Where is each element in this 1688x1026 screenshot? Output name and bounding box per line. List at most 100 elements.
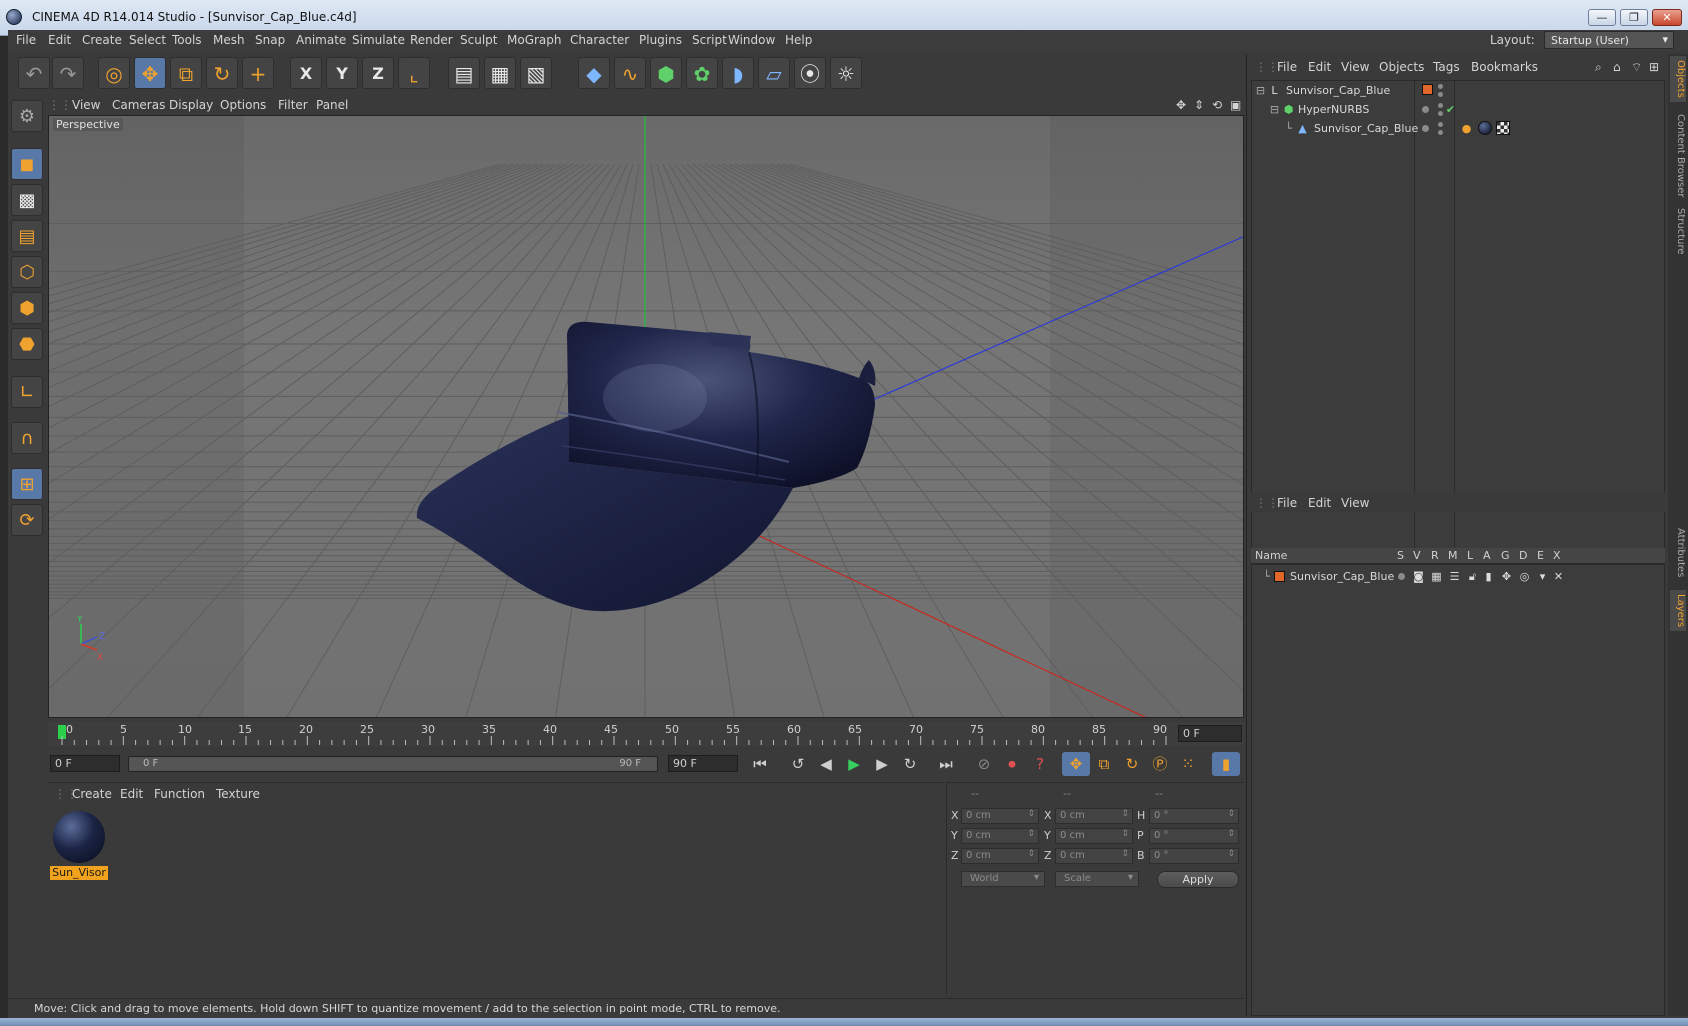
menu-script[interactable]: Script: [692, 33, 727, 47]
size-x-field[interactable]: 0 cm: [1055, 808, 1133, 824]
collapse-icon[interactable]: ⌔: [1631, 60, 1642, 75]
locked-workplane-icon[interactable]: ⟳: [11, 504, 43, 536]
coordinate-mode-select[interactable]: World: [961, 871, 1045, 887]
viewport-maximize-icon[interactable]: ▣: [1230, 98, 1241, 112]
record-scale-icon[interactable]: ⧉: [1090, 752, 1118, 776]
model-mode-icon[interactable]: ◼: [11, 148, 43, 180]
x-axis-icon[interactable]: X: [290, 57, 322, 89]
current-frame-field[interactable]: 0 F: [1178, 725, 1242, 742]
layer-dot[interactable]: [1422, 125, 1429, 132]
column-view[interactable]: V: [1413, 549, 1421, 562]
texture-mode-icon[interactable]: ▩: [11, 184, 43, 216]
material-menu-texture[interactable]: Texture: [216, 787, 260, 801]
apply-button[interactable]: Apply: [1157, 871, 1239, 888]
menu-render[interactable]: Render: [410, 33, 453, 47]
size-z-field[interactable]: 0 cm: [1055, 848, 1133, 864]
editor-visibility-dot[interactable]: [1438, 84, 1443, 89]
record-point-level-icon[interactable]: ⁙: [1174, 752, 1202, 776]
floor-icon[interactable]: ▱: [758, 57, 790, 89]
goto-start-icon[interactable]: ⏮: [746, 752, 774, 776]
deformers-toggle-icon[interactable]: ◎: [1518, 570, 1531, 583]
column-locked[interactable]: L: [1467, 549, 1473, 562]
move-icon[interactable]: ✥: [134, 57, 166, 89]
menu-animate[interactable]: Animate: [296, 33, 346, 47]
objects-menu-tags[interactable]: Tags: [1433, 60, 1460, 74]
next-key-icon[interactable]: ↻: [896, 752, 924, 776]
column-xref[interactable]: X: [1553, 549, 1561, 562]
previous-frame-icon[interactable]: ◀: [812, 752, 840, 776]
material-menu-create[interactable]: Create: [72, 787, 112, 801]
viewport-menu-display[interactable]: Display: [169, 98, 213, 112]
menu-plugins[interactable]: Plugins: [639, 33, 682, 47]
menu-edit[interactable]: Edit: [48, 33, 71, 47]
viewport-menu-panel[interactable]: Panel: [316, 98, 348, 112]
home-icon[interactable]: ⌂: [1613, 60, 1621, 74]
solo-toggle-icon[interactable]: [1398, 573, 1405, 580]
position-z-field[interactable]: 0 cm: [961, 848, 1039, 864]
layer-row[interactable]: └ Sunvisor_Cap_Blue ◙ ▦ ☰ 🔓︎ ▮ ✥ ◎ ▾ ✕: [1252, 567, 1664, 586]
phong-tag-icon[interactable]: ●: [1460, 122, 1473, 135]
generators-toggle-icon[interactable]: ✥: [1500, 570, 1513, 583]
layer-color-swatch[interactable]: [1274, 571, 1285, 582]
viewport-menu-view[interactable]: View: [72, 98, 100, 112]
menu-create[interactable]: Create: [82, 33, 122, 47]
live-selection-icon[interactable]: ◎: [98, 57, 130, 89]
objects-menu-view[interactable]: View: [1341, 60, 1369, 74]
render-picture-viewer-icon[interactable]: ▦: [484, 57, 516, 89]
tab-content-browser[interactable]: Content Browser: [1670, 110, 1686, 201]
edges-mode-icon[interactable]: ⬢: [11, 292, 43, 324]
menu-help[interactable]: Help: [785, 33, 812, 47]
viewport-rotate-icon[interactable]: ⟲: [1212, 98, 1222, 112]
object-row-hypernurbs[interactable]: ⊟ ⬢ HyperNURBS ✔: [1252, 100, 1664, 119]
new-view-icon[interactable]: ⊞: [1649, 60, 1659, 74]
goto-end-icon[interactable]: ⏭: [932, 752, 960, 776]
viewport-menu-cameras[interactable]: Cameras: [112, 98, 165, 112]
render-visibility-dot[interactable]: [1438, 130, 1443, 135]
menu-mesh[interactable]: Mesh: [213, 33, 245, 47]
layer-color-swatch[interactable]: [1422, 84, 1433, 95]
min-frame-field[interactable]: 0 F: [50, 755, 120, 772]
close-button[interactable]: ✕: [1652, 9, 1682, 26]
scale-icon[interactable]: ⧉: [170, 57, 202, 89]
menu-file[interactable]: File: [16, 33, 36, 47]
column-render[interactable]: R: [1431, 549, 1439, 562]
preview-range-slider[interactable]: 0 F 90 F: [128, 756, 658, 772]
expressions-toggle-icon[interactable]: ▾: [1536, 570, 1549, 583]
workplane-mode-icon[interactable]: ▤: [11, 220, 43, 252]
menu-select[interactable]: Select: [129, 33, 166, 47]
edit-render-settings-icon[interactable]: ▧: [520, 57, 552, 89]
size-mode-select[interactable]: Scale: [1055, 871, 1139, 887]
y-axis-icon[interactable]: Y: [326, 57, 358, 89]
redo-icon[interactable]: ↷: [52, 57, 84, 89]
lock-toggle-icon[interactable]: 🔓︎: [1466, 570, 1479, 583]
material-thumbnail[interactable]: Sun_Visor: [50, 808, 108, 880]
editor-visibility-dot[interactable]: [1438, 122, 1443, 127]
autokeying-icon[interactable]: ⏺: [998, 752, 1026, 776]
editor-visibility-dot[interactable]: [1438, 103, 1443, 108]
column-manager[interactable]: M: [1448, 549, 1458, 562]
add-icon[interactable]: +: [242, 57, 274, 89]
xref-toggle-icon[interactable]: ✕: [1552, 570, 1565, 583]
nurbs-icon[interactable]: ⬢: [650, 57, 682, 89]
cube-icon[interactable]: ◆: [578, 57, 610, 89]
polygons-mode-icon[interactable]: ⬣: [11, 328, 43, 360]
view-toggle-icon[interactable]: ◙: [1412, 570, 1425, 583]
render-toggle-icon[interactable]: ▦: [1430, 570, 1443, 583]
column-deformers[interactable]: D: [1519, 549, 1527, 562]
objects-menu-file[interactable]: File: [1277, 60, 1297, 74]
material-menu-function[interactable]: Function: [154, 787, 205, 801]
undo-icon[interactable]: ↶: [18, 57, 50, 89]
menu-simulate[interactable]: Simulate: [352, 33, 405, 47]
manager-toggle-icon[interactable]: ☰: [1448, 570, 1461, 583]
previous-key-icon[interactable]: ↺: [784, 752, 812, 776]
points-mode-icon[interactable]: ⬡: [11, 256, 43, 288]
snap-icon[interactable]: ⊞: [11, 468, 43, 500]
layer-dot[interactable]: [1422, 106, 1429, 113]
menu-tools[interactable]: Tools: [172, 33, 202, 47]
layers-menu-view[interactable]: View: [1341, 496, 1369, 510]
deformer-icon[interactable]: ◗: [722, 57, 754, 89]
tweak-magnet-icon[interactable]: ∩: [11, 422, 43, 454]
tab-layers[interactable]: Layers: [1670, 590, 1686, 632]
keyframe-selection-icon[interactable]: ?: [1026, 752, 1054, 776]
viewport-menu-filter[interactable]: Filter: [278, 98, 308, 112]
